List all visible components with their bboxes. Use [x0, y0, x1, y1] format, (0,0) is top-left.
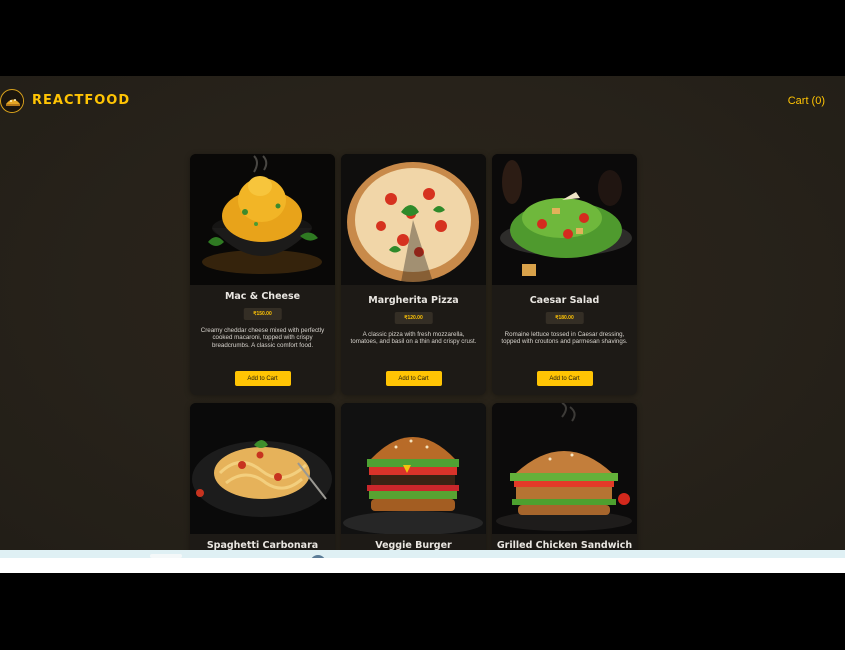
meal-title: Caesar Salad: [529, 295, 600, 306]
meal-card: Grilled Chicken Sandwich: [492, 403, 637, 550]
bottom-strip: [0, 558, 845, 573]
brand-title[interactable]: REACTFOOD: [32, 93, 130, 108]
meal-image: [190, 403, 335, 534]
meal-description: A classic pizza with fresh mozzarella, t…: [350, 331, 477, 346]
meal-price: ₹180.00: [545, 312, 584, 324]
meal-title: Margherita Pizza: [368, 295, 459, 306]
meal-title: Grilled Chicken Sandwich: [496, 540, 633, 550]
meal-card: Mac & Cheese ₹150.00 Creamy cheddar chee…: [190, 154, 335, 395]
logo-icon: [0, 89, 24, 113]
bottom-toolbar: [0, 550, 845, 558]
meal-card: Veggie Burger: [341, 403, 486, 550]
cart-button[interactable]: Cart (0): [788, 95, 825, 107]
meal-title: Spaghetti Carbonara: [206, 540, 319, 550]
meal-description: Creamy cheddar cheese mixed with perfect…: [200, 327, 325, 349]
meal-price: ₹150.00: [243, 308, 282, 320]
app-viewport: REACTFOOD Cart (0) Mac & Cheese ₹150.00 …: [0, 76, 845, 550]
meal-image: [341, 154, 486, 285]
meal-image: [190, 154, 335, 285]
meal-image: [341, 403, 486, 534]
site-header: REACTFOOD Cart (0): [0, 76, 845, 128]
add-to-cart-button[interactable]: Add to Cart: [536, 371, 593, 386]
meal-image: [492, 403, 637, 534]
add-to-cart-button[interactable]: Add to Cart: [234, 371, 291, 386]
meal-price: ₹120.00: [394, 312, 433, 324]
meal-title: Mac & Cheese: [224, 291, 301, 302]
meal-card: Caesar Salad ₹180.00 Romaine lettuce tos…: [492, 154, 637, 395]
meal-description: Romaine lettuce tossed in Caesar dressin…: [501, 331, 628, 346]
meal-card: Spaghetti Carbonara: [190, 403, 335, 550]
meal-image: [492, 154, 637, 285]
meal-card: Margherita Pizza ₹120.00 A classic pizza…: [341, 154, 486, 395]
add-to-cart-button[interactable]: Add to Cart: [385, 371, 442, 386]
meal-title: Veggie Burger: [375, 540, 452, 550]
